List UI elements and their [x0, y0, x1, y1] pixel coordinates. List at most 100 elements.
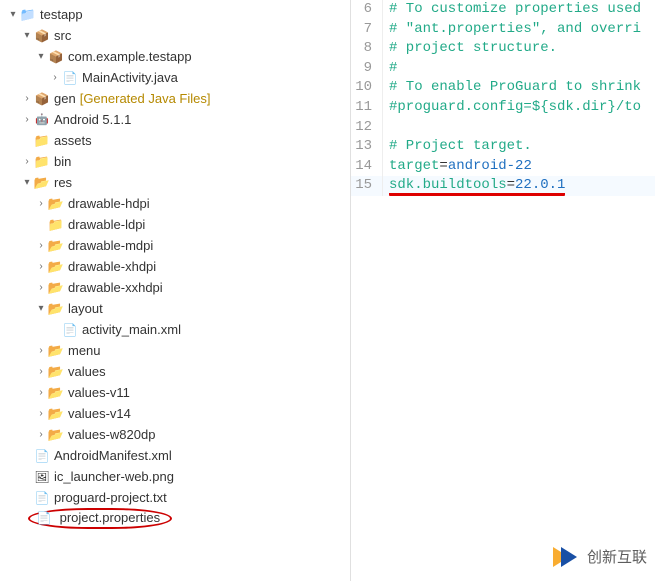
tree-node-project-properties[interactable]: · project.properties — [6, 508, 350, 529]
chevron-right-icon[interactable]: › — [34, 240, 48, 251]
line-number: 15 — [351, 176, 383, 196]
spacer: · — [20, 471, 34, 482]
line-number: 11 — [351, 98, 383, 118]
folder-icon — [48, 259, 64, 275]
tree-label: values-w820dp — [68, 427, 155, 442]
chevron-right-icon[interactable]: › — [34, 429, 48, 440]
tree-node-package[interactable]: ▾ com.example.testapp — [6, 46, 350, 67]
chevron-right-icon[interactable]: › — [20, 114, 34, 125]
tree-label: testapp — [40, 7, 83, 22]
code-line-current[interactable]: 15 sdk.buildtools=22.0.1 — [351, 176, 655, 196]
code-text: # Project target. — [383, 137, 532, 157]
tree-label: project.properties — [60, 510, 160, 525]
chevron-down-icon[interactable]: ▾ — [20, 177, 34, 188]
watermark: 创新互联 — [553, 543, 647, 571]
line-number: 10 — [351, 78, 383, 98]
tree-node-folder[interactable]: › menu — [6, 340, 350, 361]
code-line[interactable]: 12 — [351, 118, 655, 138]
tree-node-folder[interactable]: › drawable-hdpi — [6, 193, 350, 214]
tree-node-file[interactable]: › MainActivity.java — [6, 67, 350, 88]
code-line[interactable]: 8 # project structure. — [351, 39, 655, 59]
folder-open-icon — [48, 301, 64, 317]
tree-node-android[interactable]: › Android 5.1.1 — [6, 109, 350, 130]
project-explorer[interactable]: ▾ testapp ▾ src ▾ com.example.testapp › … — [0, 0, 350, 581]
code-text: # — [383, 59, 397, 79]
tree-node-folder[interactable]: · drawable-ldpi — [6, 214, 350, 235]
project-icon — [20, 7, 36, 23]
chevron-down-icon[interactable]: ▾ — [34, 303, 48, 314]
tree-node-folder[interactable]: › drawable-xhdpi — [6, 256, 350, 277]
chevron-down-icon[interactable]: ▾ — [6, 9, 20, 20]
tree-node-res[interactable]: ▾ res — [6, 172, 350, 193]
tree-label: gen — [54, 91, 76, 106]
tree-node-file[interactable]: · activity_main.xml — [6, 319, 350, 340]
spacer: · — [20, 135, 34, 146]
code-text: sdk.buildtools=22.0.1 — [383, 176, 565, 196]
chevron-right-icon[interactable]: › — [20, 156, 34, 167]
spacer: · — [48, 324, 62, 335]
tree-node-folder[interactable]: › drawable-xxhdpi — [6, 277, 350, 298]
tree-label: values — [68, 364, 106, 379]
tree-node-file[interactable]: · AndroidManifest.xml — [6, 445, 350, 466]
chevron-right-icon[interactable]: › — [34, 345, 48, 356]
code-text: target=android-22 — [383, 157, 532, 177]
chevron-right-icon[interactable]: › — [34, 282, 48, 293]
code-line[interactable]: 14 target=android-22 — [351, 157, 655, 177]
folder-icon — [48, 343, 64, 359]
xml-file-icon — [62, 322, 78, 338]
code-line[interactable]: 10 # To enable ProGuard to shrink — [351, 78, 655, 98]
line-number: 6 — [351, 0, 383, 20]
tree-label: src — [54, 28, 71, 43]
tree-label: activity_main.xml — [82, 322, 181, 337]
folder-icon — [48, 406, 64, 422]
tree-node-folder[interactable]: › values-v14 — [6, 403, 350, 424]
tree-node-src[interactable]: ▾ src — [6, 25, 350, 46]
chevron-right-icon[interactable]: › — [20, 93, 34, 104]
tree-node-folder[interactable]: › values-v11 — [6, 382, 350, 403]
annotation-underline: sdk.buildtools=22.0.1 — [389, 177, 565, 196]
code-text: # To enable ProGuard to shrink — [383, 78, 641, 98]
chevron-down-icon[interactable]: ▾ — [34, 51, 48, 62]
tree-label: drawable-mdpi — [68, 238, 153, 253]
tree-node-layout[interactable]: ▾ layout — [6, 298, 350, 319]
tree-node-file[interactable]: · proguard-project.txt — [6, 487, 350, 508]
tree-label: res — [54, 175, 72, 190]
tree-node-bin[interactable]: › bin — [6, 151, 350, 172]
package-icon — [48, 49, 64, 65]
code-text: # "ant.properties", and overri — [383, 20, 641, 40]
chevron-down-icon[interactable]: ▾ — [20, 30, 34, 41]
chevron-right-icon[interactable]: › — [34, 261, 48, 272]
watermark-logo-icon — [553, 543, 581, 571]
tree-node-assets[interactable]: · assets — [6, 130, 350, 151]
code-line[interactable]: 7 # "ant.properties", and overri — [351, 20, 655, 40]
code-line[interactable]: 11 #proguard.config=${sdk.dir}/to — [351, 98, 655, 118]
chevron-right-icon[interactable]: › — [34, 408, 48, 419]
chevron-right-icon[interactable]: › — [34, 387, 48, 398]
tree-node-root[interactable]: ▾ testapp — [6, 4, 350, 25]
tree-note: [Generated Java Files] — [80, 91, 211, 106]
image-file-icon — [34, 469, 50, 485]
tree-node-folder[interactable]: › values — [6, 361, 350, 382]
line-number: 13 — [351, 137, 383, 157]
text-file-icon — [34, 490, 50, 506]
tree-node-folder[interactable]: › drawable-mdpi — [6, 235, 350, 256]
xml-file-icon — [34, 448, 50, 464]
chevron-right-icon[interactable]: › — [48, 72, 62, 83]
chevron-right-icon[interactable]: › — [34, 198, 48, 209]
tree-label: layout — [68, 301, 103, 316]
code-line[interactable]: 9 # — [351, 59, 655, 79]
folder-icon — [48, 217, 64, 233]
tree-node-folder[interactable]: › values-w820dp — [6, 424, 350, 445]
folder-icon — [48, 238, 64, 254]
code-line[interactable]: 13 # Project target. — [351, 137, 655, 157]
line-number: 12 — [351, 118, 383, 138]
code-editor[interactable]: 6 # To customize properties used 7 # "an… — [350, 0, 655, 581]
tree-label: values-v11 — [68, 385, 130, 400]
tree-node-gen[interactable]: › gen [Generated Java Files] — [6, 88, 350, 109]
tree-node-file[interactable]: · ic_launcher-web.png — [6, 466, 350, 487]
tree-label: assets — [54, 133, 92, 148]
code-line[interactable]: 6 # To customize properties used — [351, 0, 655, 20]
tree-label: MainActivity.java — [82, 70, 178, 85]
chevron-right-icon[interactable]: › — [34, 366, 48, 377]
folder-icon — [48, 364, 64, 380]
